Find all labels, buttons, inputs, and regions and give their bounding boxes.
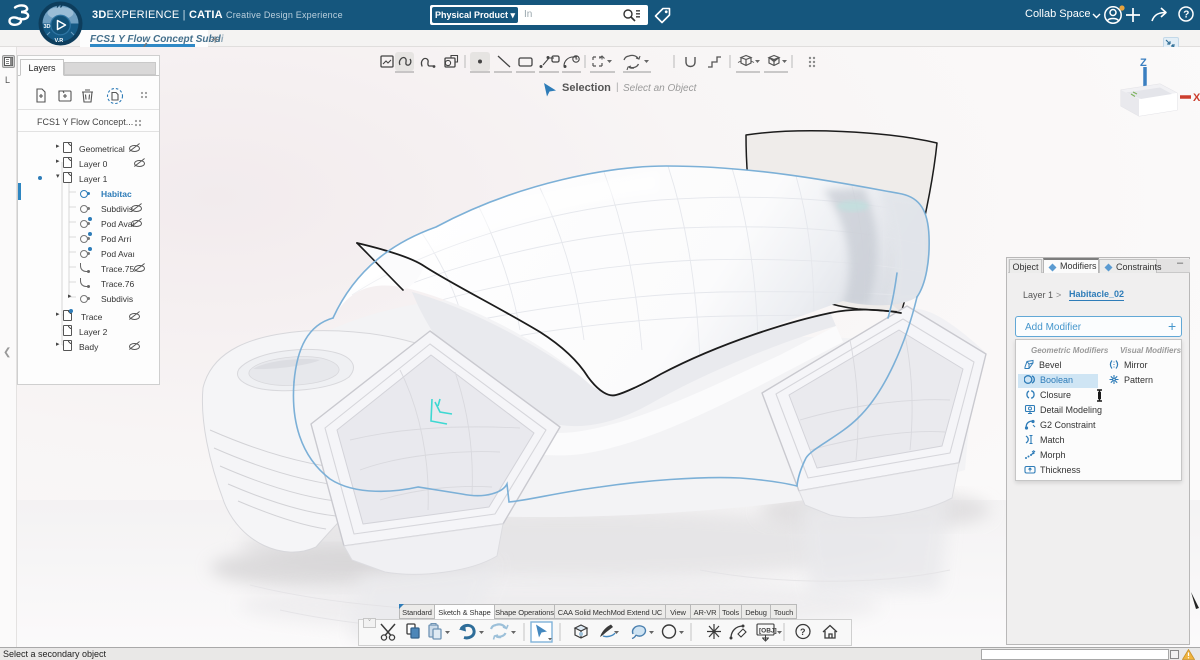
svg-text:X: X (1193, 92, 1200, 104)
svg-text:?: ? (800, 627, 806, 637)
svg-text:[OBJ]: [OBJ] (759, 628, 777, 635)
svg-text:3D: 3D (44, 24, 51, 30)
svg-text:Z: Z (1140, 57, 1147, 69)
svg-text:V.R: V.R (55, 38, 64, 44)
svg-text:?: ? (1183, 10, 1189, 21)
